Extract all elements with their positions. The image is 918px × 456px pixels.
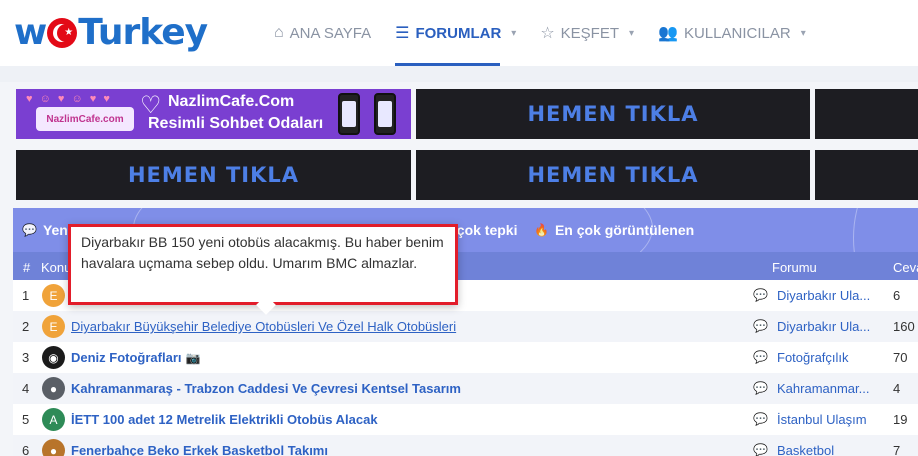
- ad-banner-cta-text: HEMEN TIKLA: [527, 163, 699, 187]
- reply-count: 70: [893, 350, 908, 365]
- topic-link[interactable]: Kahramanmaraş - Trabzon Caddesi Ve Çevre…: [71, 381, 461, 396]
- ad-banner-cta-text: HEMEN TIKLA: [527, 102, 699, 126]
- emoji-decoration-icon: ♥ ☺ ♥ ☺ ♥ ♥: [26, 93, 112, 105]
- users-icon: 👥: [658, 25, 678, 42]
- main-nav: ⌂ ANA SAYFA ☰ FORUMLAR ▾ ☆ KEŞFET ▾ 👥 KU…: [262, 0, 818, 66]
- column-header-topic[interactable]: Konu: [41, 260, 71, 275]
- phone-icon: [338, 93, 360, 135]
- nav-home[interactable]: ⌂ ANA SAYFA: [262, 0, 383, 66]
- column-header-replies[interactable]: Ceva: [893, 260, 918, 275]
- reply-count: 160: [893, 319, 915, 334]
- camera-icon: 📷: [185, 351, 201, 365]
- forum-link[interactable]: Fotoğrafçılık: [777, 350, 871, 365]
- chevron-down-icon[interactable]: ▾: [511, 28, 516, 39]
- avatar[interactable]: ●: [42, 377, 65, 400]
- reply-count: 6: [893, 288, 901, 303]
- nav-users-label: KULLANICILAR: [683, 24, 791, 42]
- topic-preview-tooltip: Diyarbakır BB 150 yeni otobüs alacakmış.…: [68, 224, 458, 315]
- avatar[interactable]: E: [42, 284, 65, 307]
- logo-text: Turkey: [78, 11, 208, 53]
- reply-count: 7: [893, 443, 901, 456]
- chat-icon: 💬: [753, 443, 768, 456]
- forum-link[interactable]: İstanbul Ulaşım: [777, 412, 871, 427]
- nav-users[interactable]: 👥 KULLANICILAR ▾: [646, 0, 818, 66]
- forum-link[interactable]: Kahramanmar...: [777, 381, 871, 396]
- avatar[interactable]: A: [42, 408, 65, 431]
- topic-link[interactable]: Fenerbahçe Beko Erkek Basketbol Takımı: [71, 443, 328, 456]
- nav-explore[interactable]: ☆ KEŞFET ▾: [528, 0, 646, 66]
- table-row: 4 ● Kahramanmaraş - Trabzon Caddesi Ve Ç…: [13, 373, 918, 404]
- row-number: 2: [22, 319, 30, 334]
- chat-icon: 💬: [753, 381, 768, 395]
- chat-icon: 💬: [753, 412, 768, 426]
- tab-views-label: En çok görüntülenen: [554, 222, 695, 238]
- table-row: 2 E Diyarbakır Büyükşehir Belediye Otobü…: [13, 311, 918, 342]
- nav-forums[interactable]: ☰ FORUMLAR ▾: [383, 0, 528, 66]
- phone-icon: [374, 93, 396, 135]
- site-header: w ★ Turkey ⌂ ANA SAYFA ☰ FORUMLAR ▾ ☆ KE…: [0, 0, 918, 66]
- chevron-down-icon[interactable]: ▾: [629, 28, 634, 39]
- chat-icon: 💬: [753, 288, 768, 302]
- reply-count: 19: [893, 412, 908, 427]
- ad-banner-cta[interactable]: HEMEN TIKLA: [416, 150, 810, 200]
- chat-icon: 💬: [22, 223, 37, 237]
- chat-icon: 💬: [753, 319, 768, 333]
- row-number: 6: [22, 443, 30, 456]
- avatar[interactable]: E: [42, 315, 65, 338]
- table-row: 5 A İETT 100 adet 12 Metrelik Elektrikli…: [13, 404, 918, 435]
- nav-home-label: ANA SAYFA: [289, 24, 372, 42]
- topic-title: Deniz Fotoğrafları: [71, 350, 182, 365]
- topic-link[interactable]: Deniz Fotoğrafları 📷: [71, 350, 200, 365]
- sub-nav-bar: [0, 66, 918, 82]
- chat-icon: 💬: [753, 350, 768, 364]
- forum-link[interactable]: Basketbol: [777, 443, 871, 456]
- table-row: 6 ● Fenerbahçe Beko Erkek Basketbol Takı…: [13, 435, 918, 456]
- row-number: 1: [22, 288, 30, 303]
- ad-banner-cta[interactable]: [815, 89, 918, 139]
- topic-link[interactable]: Diyarbakır Büyükşehir Belediye Otobüsler…: [71, 319, 456, 334]
- forum-icon: ☰: [395, 25, 410, 42]
- column-header-forum[interactable]: Forumu: [772, 260, 817, 275]
- table-row: 3 ◉ Deniz Fotoğrafları 📷 💬 Fotoğrafçılık …: [13, 342, 918, 373]
- decorative-swoosh: [853, 208, 918, 252]
- ad-banner-cta[interactable]: HEMEN TIKLA: [16, 150, 411, 200]
- chevron-down-icon[interactable]: ▾: [801, 28, 806, 39]
- column-header-number: #: [23, 260, 31, 275]
- avatar[interactable]: ●: [42, 439, 65, 456]
- home-icon: ⌂: [274, 24, 284, 41]
- forum-link[interactable]: Diyarbakır Ula...: [777, 319, 871, 334]
- tab-new[interactable]: 💬 Yeni: [22, 208, 72, 252]
- ad-banner-subtitle: Resimli Sohbet Odaları: [148, 115, 324, 132]
- row-number: 5: [22, 412, 30, 427]
- avatar[interactable]: ◉: [42, 346, 65, 369]
- nav-explore-label: KEŞFET: [560, 24, 620, 42]
- row-number: 4: [22, 381, 30, 396]
- star-icon: ☆: [540, 25, 555, 42]
- topic-link[interactable]: İETT 100 adet 12 Metrelik Elektrikli Oto…: [71, 412, 378, 427]
- ad-banner-title: NazlimCafe.Com: [168, 93, 295, 110]
- nav-forums-label: FORUMLAR: [415, 24, 502, 42]
- tab-views[interactable]: 🔥 En çok görüntülenen: [534, 208, 694, 252]
- reply-count: 4: [893, 381, 901, 396]
- ad-banner-nazlimcafe[interactable]: ♥ ☺ ♥ ☺ ♥ ♥ NazlimCafe.com ♡ NazlimCafe.…: [16, 89, 411, 139]
- turkish-flag-icon: ★: [47, 18, 78, 48]
- row-number: 3: [22, 350, 30, 365]
- site-logo[interactable]: w ★ Turkey: [14, 10, 208, 54]
- fire-icon: 🔥: [534, 223, 549, 237]
- nazlimcafe-logo: NazlimCafe.com: [36, 107, 134, 131]
- ad-banner-cta[interactable]: HEMEN TIKLA: [416, 89, 810, 139]
- logo-letter: w: [14, 11, 47, 53]
- ad-banner-cta-text: HEMEN TIKLA: [127, 163, 300, 187]
- tooltip-text: Diyarbakır BB 150 yeni otobüs alacakmış.…: [81, 234, 444, 271]
- forum-link[interactable]: Diyarbakır Ula...: [777, 288, 871, 303]
- ad-banner-cta[interactable]: [815, 150, 918, 200]
